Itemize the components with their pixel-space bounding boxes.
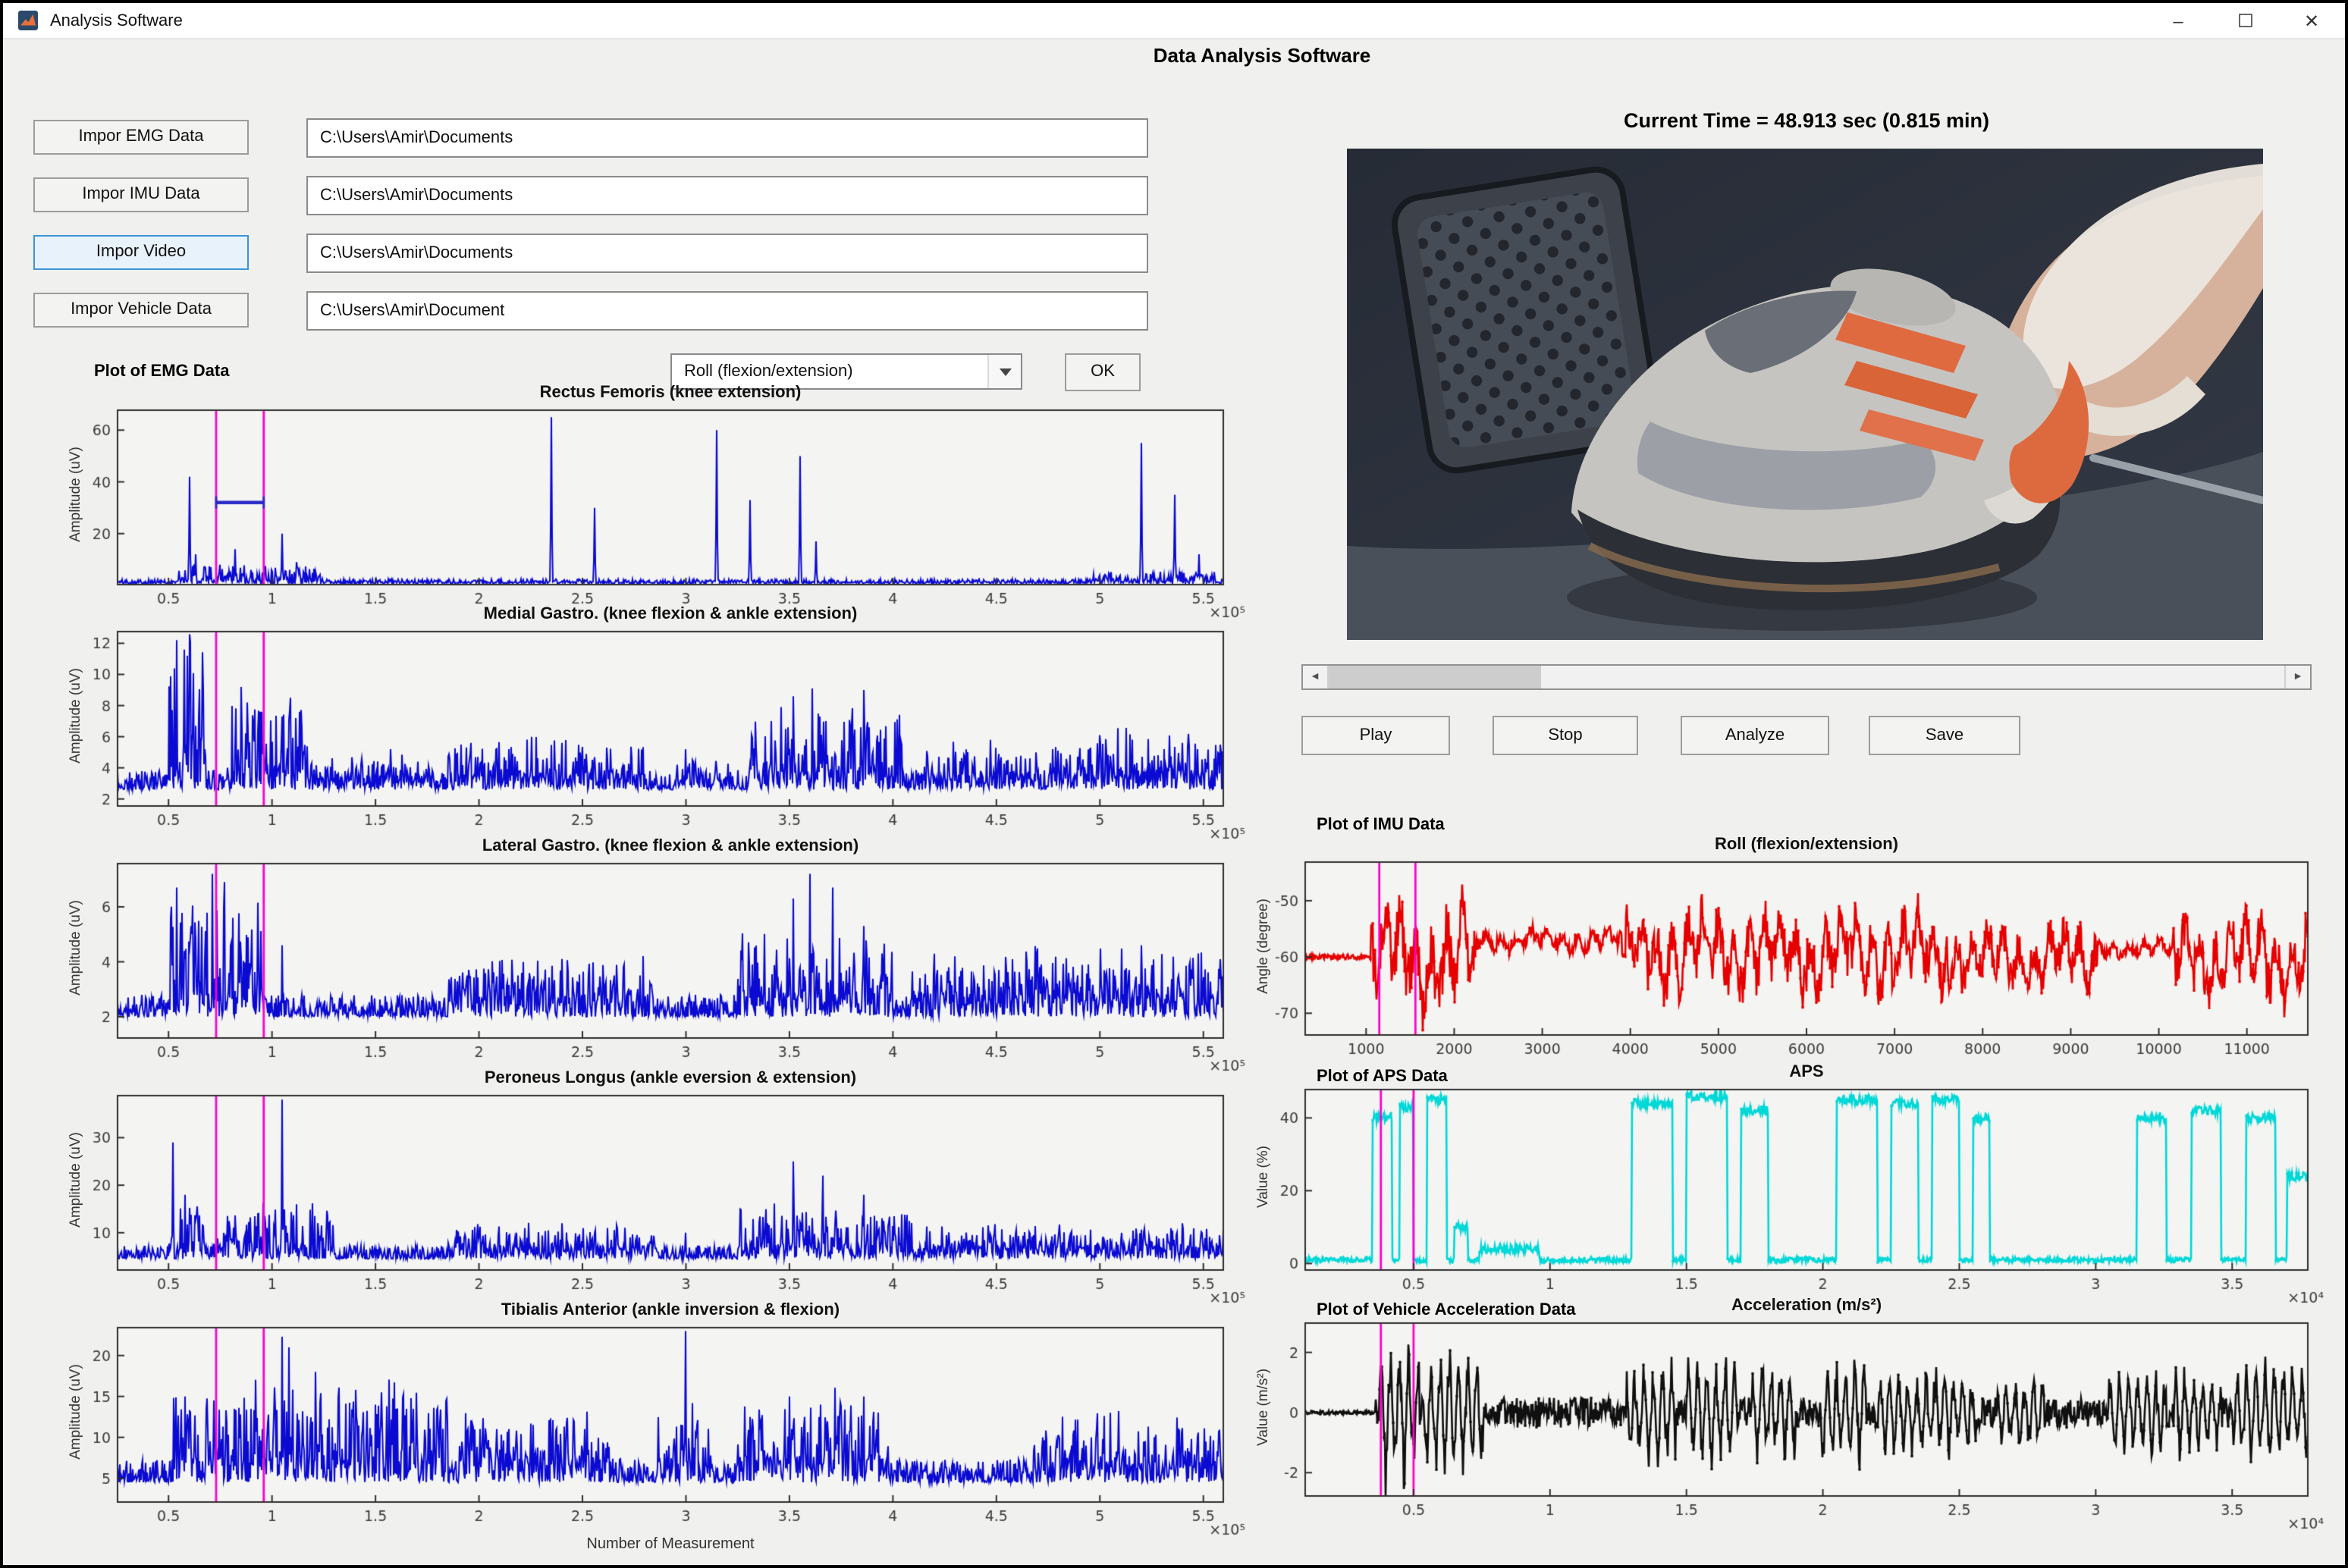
imu-section-label: Plot of IMU Data [1317, 816, 1445, 834]
chart-ylabel: Amplitude (uV) [67, 1132, 84, 1228]
scrollbar-thumb[interactable] [1329, 666, 1541, 688]
vehicle-acceleration-chart: Acceleration (m/s²) Value (m/s²) [1244, 1295, 2327, 1539]
import-emg-button[interactable]: Impor EMG Data [33, 120, 249, 155]
emg-medial-plot-canvas [56, 628, 1254, 849]
save-button[interactable]: Save [1869, 716, 2020, 755]
video-scrollbar[interactable]: ◄ ► [1301, 664, 2312, 690]
chart-title: APS [1304, 1062, 2309, 1083]
import-imu-button[interactable]: Impor IMU Data [33, 177, 249, 212]
page-title: Data Analysis Software [913, 44, 1611, 67]
chart-ylabel: Amplitude (uV) [67, 447, 84, 542]
chart-title: Peroneus Longus (ankle eversion & extens… [117, 1068, 1224, 1089]
emg-lateral-plot-canvas [56, 860, 1254, 1081]
chart-title: Medial Gastro. (knee flexion & ankle ext… [117, 604, 1224, 625]
close-button[interactable]: ✕ [2278, 3, 2345, 38]
aps-chart: APS Value (%) [1244, 1062, 2327, 1313]
import-video-button[interactable]: Impor Video [33, 235, 249, 270]
vehicle-accel-plot-canvas [1244, 1319, 2327, 1539]
scrollbar-right-arrow-icon[interactable]: ► [2284, 666, 2310, 688]
emg-chart-rectus-femoris: Rectus Femoris (knee extension) Amplitude… [56, 382, 1254, 628]
chart-ylabel: Value (m/s²) [1255, 1368, 1272, 1445]
emg-peroneus-plot-canvas [56, 1092, 1254, 1313]
chart-ylabel: Value (%) [1255, 1146, 1272, 1208]
app-window: Analysis Software – ✕ Data Analysis Soft… [0, 0, 2348, 1568]
chart-title: Rectus Femoris (knee extension) [117, 382, 1224, 403]
imu-roll-plot-canvas [1244, 858, 2327, 1078]
emg-chart-medial-gastro: Medial Gastro. (knee flexion & ankle ext… [56, 604, 1254, 849]
chart-title: Acceleration (m/s²) [1304, 1295, 2309, 1316]
chart-ylabel: Amplitude (uV) [67, 668, 84, 764]
emg-chart-lateral-gastro: Lateral Gastro. (knee flexion & ankle ex… [56, 836, 1254, 1081]
scrollbar-left-arrow-icon[interactable]: ◄ [1303, 666, 1329, 688]
chevron-down-glyph [999, 368, 1011, 375]
matlab-icon [18, 11, 38, 30]
imu-roll-chart: Roll (flexion/extension) Angle (degree) [1244, 834, 2327, 1078]
video-scene [1347, 149, 2263, 640]
titlebar: Analysis Software – ✕ [3, 3, 2345, 39]
emg-chart-peroneus-longus: Peroneus Longus (ankle eversion & extens… [56, 1068, 1254, 1313]
play-button[interactable]: Play [1301, 716, 1450, 755]
emg-section-label: Plot of EMG Data [94, 362, 229, 381]
emg-tibialis-plot-canvas [56, 1324, 1254, 1545]
maximize-icon [2238, 14, 2252, 27]
emg-path-field[interactable]: C:\Users\Amir\Documents [306, 118, 1148, 158]
import-vehicle-button[interactable]: Impor Vehicle Data [33, 293, 249, 328]
window-controls: – ✕ [2145, 3, 2345, 38]
chart-title: Lateral Gastro. (knee flexion & ankle ex… [117, 836, 1224, 857]
current-time-label: Current Time = 48.913 sec (0.815 min) [1301, 109, 2312, 132]
video-display [1347, 149, 2263, 640]
chart-ylabel: Angle (degree) [1255, 898, 1272, 993]
emg-chart-tibialis-anterior: Tibialis Anterior (ankle inversion & fle… [56, 1300, 1254, 1553]
vehicle-path-field[interactable]: C:\Users\Amir\Document [306, 291, 1148, 331]
emg-rectus-plot-canvas [56, 406, 1254, 628]
chart-ylabel: Amplitude (uV) [67, 900, 84, 996]
maximize-button[interactable] [2211, 3, 2278, 38]
scrollbar-track[interactable] [1329, 666, 2284, 688]
dropdown-value: Roll (flexion/extension) [684, 362, 853, 381]
window-title: Analysis Software [50, 11, 183, 30]
minimize-button[interactable]: – [2145, 3, 2211, 38]
chart-title: Roll (flexion/extension) [1304, 834, 2309, 855]
imu-path-field[interactable]: C:\Users\Amir\Documents [306, 176, 1148, 215]
chart-ylabel: Amplitude (uV) [67, 1364, 84, 1460]
stop-button[interactable]: Stop [1493, 716, 1638, 755]
video-path-field[interactable]: C:\Users\Amir\Documents [306, 234, 1148, 273]
analyze-button[interactable]: Analyze [1681, 716, 1829, 755]
chart-title: Tibialis Anterior (ankle inversion & fle… [117, 1300, 1224, 1321]
aps-plot-canvas [1244, 1086, 2327, 1313]
